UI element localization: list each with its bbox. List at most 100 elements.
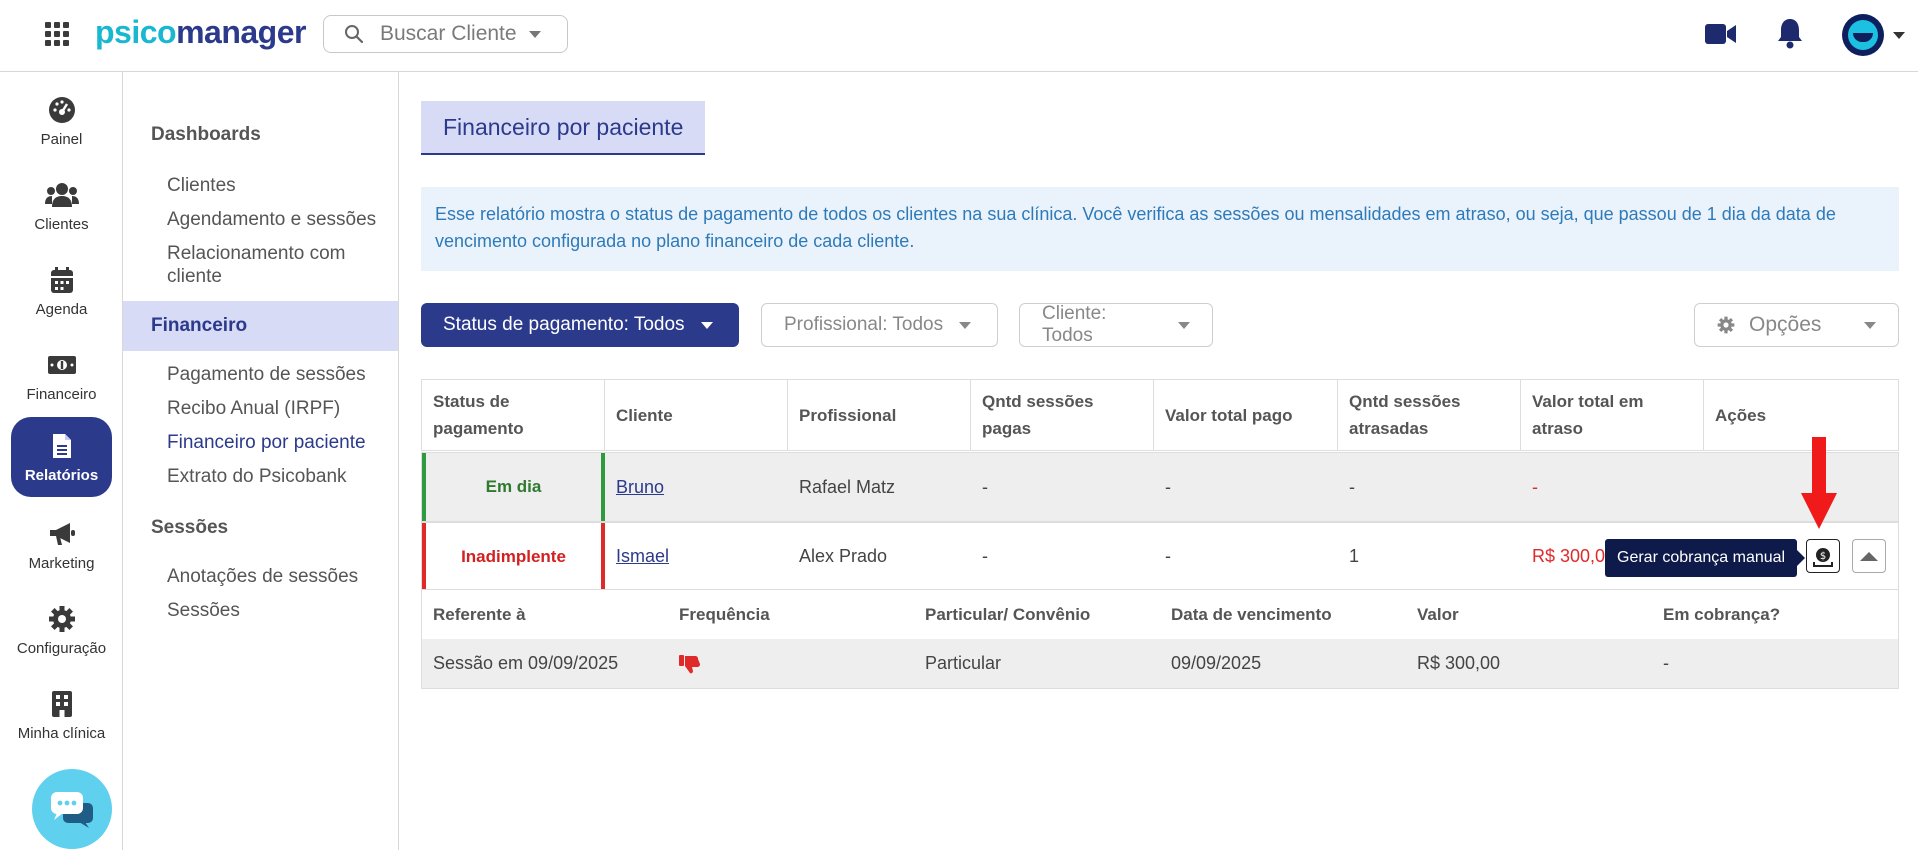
professional-filter-dropdown[interactable]: Profissional: Todos [761,303,998,347]
subnav-link-clientes[interactable]: Clientes [167,174,392,197]
detail-tipo: Particular [925,653,1002,673]
client-link[interactable]: Bruno [616,477,664,498]
paid-total-cell: - [1165,546,1171,566]
rail-label: Marketing [28,554,95,572]
detail-col-referente: Referente à [433,604,526,624]
subnav-link-anotacoes[interactable]: Anotações de sessões [167,565,392,588]
rail-label: Clientes [34,215,89,233]
col-qtd-pagas: Qntd sessões pagas [971,380,1154,450]
detail-col-tipo: Particular/ Convênio [925,604,1091,624]
rail-label: Minha clínica [17,724,106,742]
report-document-icon [52,433,71,458]
chat-bubbles-icon [51,792,93,828]
money-icon [47,355,76,374]
chevron-up-icon [1860,552,1878,561]
calendar-icon [50,266,73,293]
subnav-link-sessoes[interactable]: Sessões [167,599,392,622]
client-link[interactable]: Ismael [616,546,669,567]
rail-item-minha-clinica[interactable]: Minha clínica [11,675,112,755]
generate-charge-button[interactable]: $ [1806,539,1840,573]
annotation-arrow-icon [1801,437,1837,529]
users-icon [44,182,79,207]
megaphone-icon [49,522,75,545]
status-badge: Em dia [422,453,605,521]
options-label: Opções [1749,313,1822,336]
col-qtd-atrasadas: Qntd sessões atrasadas [1338,380,1521,450]
section-sessoes: Sessões [151,517,229,538]
rail-label: Painel [40,130,83,148]
search-icon [345,25,364,44]
search-placeholder: Buscar Cliente [380,22,517,45]
professional-cell: Rafael Matz [799,476,896,497]
support-chat-button[interactable] [32,769,112,849]
app-logo[interactable]: psicomanager [95,14,306,51]
subnav-link-extrato[interactable]: Extrato do Psicobank [167,465,392,488]
dashboard-gauge-icon [48,96,75,123]
subnav-link-relacionamento[interactable]: Relacionamento com cliente [167,242,392,288]
status-badge: Inadimplente [422,523,605,590]
detail-cobranca: - [1663,653,1669,673]
detail-col-frequencia: Frequência [679,604,770,624]
chevron-down-icon [1178,321,1190,329]
col-profissional: Profissional [788,380,971,450]
rail-label: Configuração [16,639,107,657]
top-bar: psicomanager Buscar Cliente [0,0,1918,72]
paid-total-cell: - [1165,476,1171,497]
video-camera-icon[interactable] [1704,22,1738,46]
rail-item-configuracao[interactable]: Configuração [11,590,112,670]
chevron-down-icon [1864,321,1876,329]
chevron-down-icon[interactable] [1893,32,1905,39]
status-filter-label: Status de pagamento: Todos [443,314,685,335]
rail-item-painel[interactable]: Painel [11,81,112,161]
client-filter-dropdown[interactable]: Cliente: Todos [1019,303,1213,347]
avatar[interactable] [1842,14,1884,56]
rail-item-agenda[interactable]: Agenda [11,251,112,331]
thumbs-down-icon [679,654,700,673]
paid-sessions-cell: - [982,546,988,566]
reports-subnavigation: Dashboards Clientes Agendamento e sessõe… [123,72,399,850]
late-sessions-cell: - [1349,476,1355,497]
building-icon [51,690,72,717]
chevron-down-icon [700,321,713,329]
gear-icon [48,605,75,632]
rail-label: Agenda [35,300,88,318]
rail-label: Relatórios [24,466,99,484]
info-banner: Esse relatório mostra o status de pagame… [421,187,1899,271]
detail-col-valor: Valor [1417,604,1459,624]
detail-row: Sessão em 09/09/2025 Particular 09/09/20… [422,639,1898,688]
subnav-link-pagamento[interactable]: Pagamento de sessões [167,363,392,386]
status-filter-dropdown[interactable]: Status de pagamento: Todos [421,303,739,347]
detail-header-row: Referente à Frequência Particular/ Convê… [422,590,1898,639]
chevron-down-icon [959,321,972,329]
svg-text:$: $ [1820,551,1826,562]
col-cliente: Cliente [605,380,788,450]
rail-item-clientes[interactable]: Clientes [11,166,112,246]
rail-item-relatorios[interactable]: Relatórios [11,417,112,497]
apps-grid-icon[interactable] [45,22,69,46]
collapse-details-button[interactable] [1852,539,1886,573]
page-title: Financeiro por paciente [421,101,706,155]
late-total-cell: - [1532,476,1538,497]
detail-valor: R$ 300,00 [1417,653,1501,673]
bell-icon[interactable] [1776,17,1804,49]
tooltip: Gerar cobrança manual [1605,539,1806,577]
detail-col-vencimento: Data de vencimento [1171,604,1332,624]
professional-cell: Alex Prado [799,546,888,566]
rail-item-financeiro[interactable]: Financeiro [11,336,112,416]
money-bag-icon: $ [1813,548,1833,567]
professional-filter-label: Profissional: Todos [784,314,944,335]
subnav-link-financeiro-paciente[interactable]: Financeiro por paciente [167,431,392,454]
client-search-select[interactable]: Buscar Cliente [323,15,568,53]
late-sessions-cell: 1 [1349,546,1360,566]
table-header-row: Status de pagamento Cliente Profissional… [421,379,1899,451]
table-row: Em dia Bruno Rafael Matz - - - - [421,452,1899,522]
col-status: Status de pagamento [422,380,605,450]
paid-sessions-cell: - [982,476,988,497]
subnav-link-recibo[interactable]: Recibo Anual (IRPF) [167,397,392,420]
subnav-link-agendamento[interactable]: Agendamento e sessões [167,208,392,231]
detail-referente: Sessão em 09/09/2025 [433,653,619,673]
options-dropdown[interactable]: Opções [1694,303,1899,347]
detail-col-cobranca: Em cobrança? [1663,604,1781,624]
rail-item-marketing[interactable]: Marketing [11,505,112,585]
overdue-detail-table: Referente à Frequência Particular/ Convê… [421,589,1899,689]
